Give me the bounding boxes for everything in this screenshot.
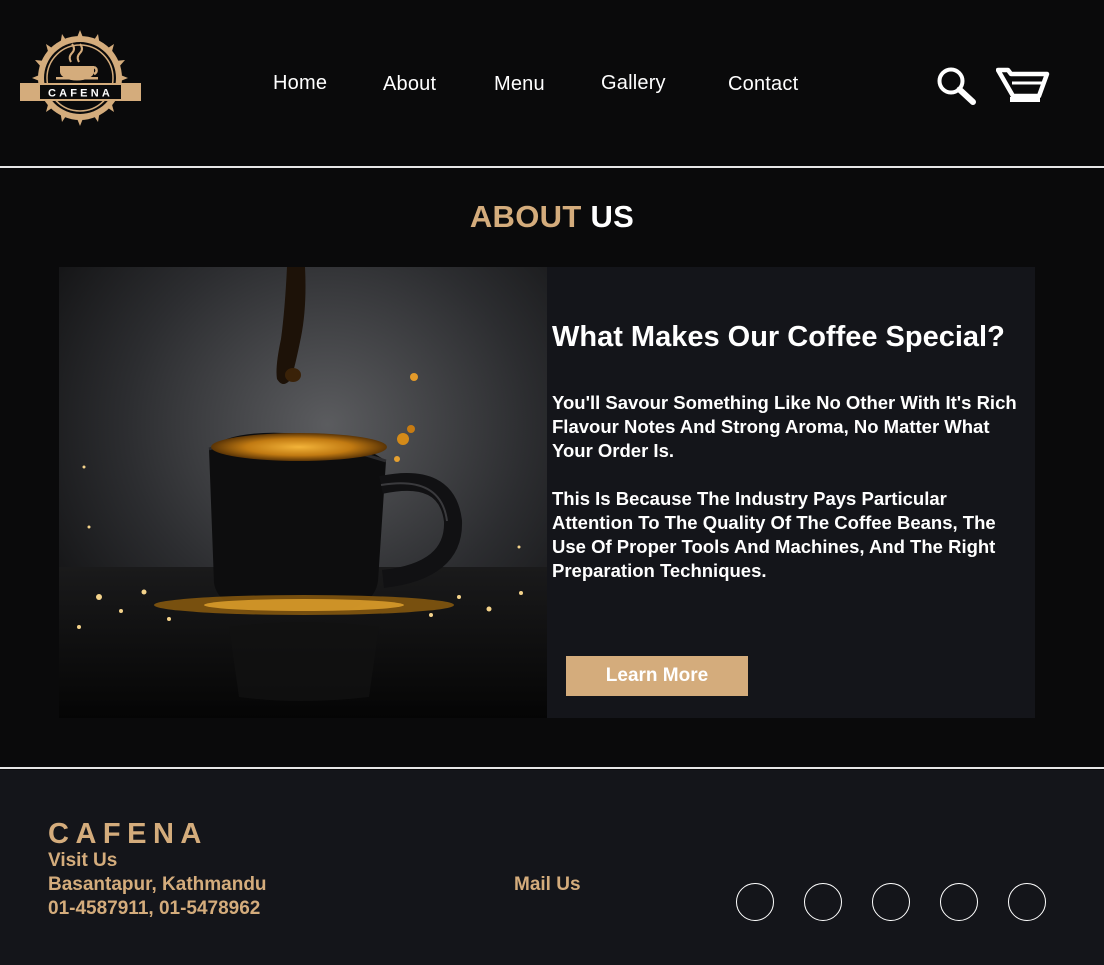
svg-text:CAFENA: CAFENA (48, 88, 113, 100)
card-heading: What Makes Our Coffee Special? (552, 321, 1005, 353)
about-text: What Makes Our Coffee Special? You'll Sa… (552, 319, 1032, 583)
paragraph-flavour: You'll Savour Something Like No Other Wi… (552, 392, 1017, 461)
learn-more-button[interactable]: Learn More (566, 656, 748, 696)
social-link-4[interactable] (940, 883, 978, 921)
site-footer: CAFENA Visit Us Basantapur, Kathmandu 01… (0, 770, 1104, 965)
nav-menu[interactable]: Menu (494, 73, 545, 96)
nav-about[interactable]: About (383, 73, 436, 96)
about-card: What Makes Our Coffee Special? You'll Sa… (59, 267, 1035, 718)
social-link-3[interactable] (872, 883, 910, 921)
cafena-logo[interactable]: CAFENA (18, 28, 143, 128)
title-rest: US (590, 199, 635, 234)
nav-gallery[interactable]: Gallery (601, 72, 666, 95)
paragraph-quality: This Is Because The Industry Pays Partic… (552, 488, 996, 581)
social-link-5[interactable] (1008, 883, 1046, 921)
footer-divider (0, 767, 1104, 769)
footer-brand: CAFENA (48, 818, 208, 850)
nav-home[interactable]: Home (273, 72, 327, 95)
address: Basantapur, Kathmandu (48, 874, 267, 895)
section-title: ABOUT US (0, 199, 1104, 235)
site-header: CAFENA Home About Menu Gallery Contact (0, 0, 1104, 167)
social-link-2[interactable] (804, 883, 842, 921)
phone-numbers[interactable]: 01-4587911, 01-5478962 (48, 898, 260, 920)
coffee-cup-photo (59, 267, 547, 718)
header-divider (0, 166, 1104, 168)
visit-us-label: Visit Us (48, 850, 118, 871)
about-section: ABOUT US What Makes Our Coffee Special? … (0, 169, 1104, 768)
search-icon[interactable] (936, 66, 978, 106)
nav-contact[interactable]: Contact (728, 73, 798, 96)
title-accent: ABOUT (469, 199, 582, 234)
social-link-1[interactable] (736, 883, 774, 921)
cart-icon[interactable] (996, 66, 1050, 106)
mail-us-link[interactable]: Mail Us (514, 874, 581, 896)
